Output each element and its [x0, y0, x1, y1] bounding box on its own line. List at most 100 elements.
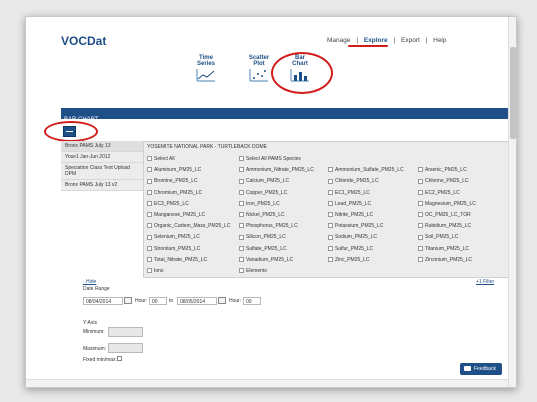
checkbox[interactable]	[239, 156, 244, 162]
checkbox[interactable]	[239, 234, 244, 240]
species-option[interactable]: Aluminum_PM25_LC	[147, 167, 201, 173]
species-option[interactable]: Ammonium_Sulfate_PM25_LC	[328, 167, 404, 173]
checkbox[interactable]	[418, 234, 423, 240]
checkbox[interactable]	[328, 223, 333, 229]
species-option[interactable]: Calcium_PM25_LC	[239, 178, 289, 184]
species-option[interactable]: OC_PM25_LC_TOR	[418, 212, 471, 218]
vertical-scrollbar[interactable]	[508, 17, 516, 387]
checkbox[interactable]	[147, 189, 152, 195]
checkbox[interactable]	[147, 245, 152, 251]
species-option[interactable]: Chromium_PM25_LC	[147, 190, 202, 196]
species-option[interactable]: Phosphorus_PM25_LC	[239, 223, 298, 229]
checkbox[interactable]	[239, 212, 244, 218]
checkbox[interactable]	[418, 189, 423, 195]
checkbox[interactable]	[328, 178, 333, 184]
hour-from-select[interactable]: 00	[149, 297, 167, 305]
fixed-minmax-checkbox[interactable]	[117, 356, 122, 361]
feedback-button[interactable]: Feedback	[460, 363, 502, 375]
dataset-item[interactable]: Yose1 Jan-Jun 2012	[61, 152, 143, 163]
species-option[interactable]: Zinc_PM25_LC	[328, 257, 369, 263]
checkbox[interactable]	[147, 212, 152, 218]
dataset-item[interactable]: Bronx PAMS July 13 v2	[61, 180, 143, 191]
checkbox[interactable]	[418, 178, 423, 184]
species-option[interactable]: Chlorine_PM25_LC	[418, 178, 469, 184]
dataset-item[interactable]: Speciation Class Test Upload DPM	[61, 163, 143, 180]
ions-option[interactable]: Ions	[147, 268, 163, 274]
maximum-input[interactable]	[108, 343, 143, 353]
checkbox[interactable]	[239, 223, 244, 229]
minimum-input[interactable]	[108, 327, 143, 337]
species-option[interactable]: Potassium_PM25_LC	[328, 223, 383, 229]
checkbox[interactable]	[328, 200, 333, 206]
checkbox[interactable]	[239, 245, 244, 251]
checkbox[interactable]	[418, 245, 423, 251]
checkbox[interactable]	[147, 223, 152, 229]
checkbox[interactable]	[239, 200, 244, 206]
nav-help[interactable]: Help	[433, 37, 446, 44]
checkbox[interactable]	[328, 212, 333, 218]
checkbox[interactable]	[328, 234, 333, 240]
brand-logo[interactable]: VOCDat	[61, 34, 106, 48]
nav-manage[interactable]: Manage	[327, 37, 351, 44]
species-option[interactable]: Zirconium_PM25_LC	[418, 257, 472, 263]
species-option[interactable]: Magnesium_PM25_LC	[418, 201, 476, 207]
scrollbar-thumb[interactable]	[510, 47, 516, 139]
species-option[interactable]: Chloride_PM25_LC	[328, 178, 379, 184]
dataset-item[interactable]: Bronx PAMS July 13	[61, 141, 143, 152]
species-option[interactable]: Arsenic_PM25_LC	[418, 167, 467, 173]
checkbox[interactable]	[239, 189, 244, 195]
species-option[interactable]: Rubidium_PM25_LC	[418, 223, 471, 229]
checkbox[interactable]	[147, 200, 152, 206]
species-option[interactable]: Iron_PM25_LC	[239, 201, 280, 207]
species-option[interactable]: Organic_Carbon_Mass_PM25_LC	[147, 223, 230, 229]
species-option[interactable]: Strontium_PM25_LC	[147, 246, 200, 252]
species-option[interactable]: Selenium_PM25_LC	[147, 234, 200, 240]
checkbox[interactable]	[239, 178, 244, 184]
checkbox[interactable]	[328, 167, 333, 173]
checkbox[interactable]	[147, 156, 152, 162]
species-option[interactable]: EC1_PM25_LC	[328, 190, 370, 196]
checkbox[interactable]	[147, 256, 152, 262]
species-option[interactable]: EC2_PM25_LC	[418, 190, 460, 196]
checkbox[interactable]	[418, 200, 423, 206]
time-series-button[interactable]: Time Series	[191, 55, 221, 85]
date-from-input[interactable]: 08/04/2014	[83, 297, 123, 305]
species-option[interactable]: Soil_PM25_LC	[418, 234, 458, 240]
species-option[interactable]: Titanium_PM25_LC	[418, 246, 469, 252]
horizontal-scrollbar[interactable]	[26, 379, 508, 387]
select-all-option[interactable]: Select All	[147, 156, 175, 162]
species-option[interactable]: Nitrite_PM25_LC	[328, 212, 373, 218]
filter-link[interactable]: +1 Filter	[476, 279, 494, 285]
checkbox[interactable]	[147, 234, 152, 240]
checkbox[interactable]	[239, 256, 244, 262]
scatter-plot-button[interactable]: Scatter Plot	[244, 55, 274, 85]
hide-link[interactable]: - Hide	[83, 279, 96, 285]
checkbox[interactable]	[147, 167, 152, 173]
species-option[interactable]: Ammonium_Nitrate_PM25_LC	[239, 167, 314, 173]
nav-export[interactable]: Export	[401, 37, 420, 44]
nav-explore[interactable]: Explore	[364, 37, 388, 44]
checkbox[interactable]	[418, 256, 423, 262]
species-option[interactable]: Nickel_PM25_LC	[239, 212, 285, 218]
calendar-icon[interactable]	[124, 297, 132, 304]
checkbox[interactable]	[147, 268, 152, 274]
elements-option[interactable]: Elements	[239, 268, 267, 274]
checkbox[interactable]	[239, 167, 244, 173]
calendar-icon[interactable]	[218, 297, 226, 304]
checkbox[interactable]	[328, 245, 333, 251]
species-option[interactable]: Bromine_PM25_LC	[147, 178, 198, 184]
checkbox[interactable]	[239, 268, 244, 274]
hour-to-select[interactable]: 00	[243, 297, 261, 305]
species-option[interactable]: Silicon_PM25_LC	[239, 234, 286, 240]
checkbox[interactable]	[418, 223, 423, 229]
species-option[interactable]: Copper_PM25_LC	[239, 190, 287, 196]
checkbox[interactable]	[418, 212, 423, 218]
species-option[interactable]: Total_Nitrate_PM25_LC	[147, 257, 207, 263]
species-option[interactable]: Sulfate_PM25_LC	[239, 246, 287, 252]
species-option[interactable]: Sulfur_PM25_LC	[328, 246, 373, 252]
species-option[interactable]: Vanadium_PM25_LC	[239, 257, 293, 263]
checkbox[interactable]	[328, 256, 333, 262]
species-option[interactable]: EC3_PM25_LC	[147, 201, 189, 207]
checkbox[interactable]	[418, 167, 423, 173]
species-option[interactable]: Manganese_PM25_LC	[147, 212, 205, 218]
